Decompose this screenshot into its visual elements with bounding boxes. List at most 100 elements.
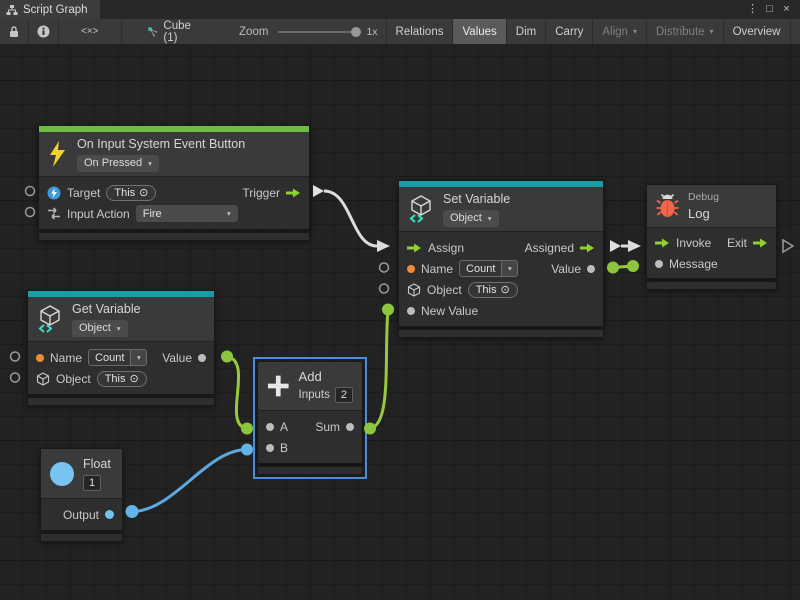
variable-kind-dropdown[interactable]: Object ▾ — [72, 320, 128, 337]
node-footer — [398, 329, 604, 338]
float-value-field[interactable]: 1 — [83, 475, 101, 491]
lock-button[interactable] — [0, 19, 29, 44]
graph-canvas[interactable]: On Input System Event Button On Pressed … — [0, 45, 800, 600]
assigned-port[interactable] — [580, 242, 595, 254]
float-circle-icon — [50, 462, 74, 486]
bug-icon — [656, 194, 679, 218]
object-cube-icon — [407, 283, 421, 297]
zoom-value: 1x — [366, 26, 377, 38]
node-set-variable[interactable]: Set Variable Object ▾ Assign Assigned — [398, 180, 604, 338]
lock-icon — [8, 25, 20, 38]
value-port[interactable] — [587, 265, 595, 273]
name-port[interactable] — [36, 354, 44, 362]
port-value-out[interactable] — [607, 262, 619, 274]
assign-port[interactable] — [407, 242, 422, 254]
port-sum-out[interactable] — [364, 423, 376, 435]
align-button[interactable]: Align ▾ — [592, 19, 646, 44]
tab-strip: Script Graph ⋮ □ × — [0, 0, 800, 19]
node-debug-log[interactable]: Debug Log Invoke Exit — [646, 184, 777, 290]
message-port[interactable] — [655, 260, 663, 268]
target-icon: ⊙ — [500, 283, 509, 296]
sum-port[interactable] — [346, 423, 354, 431]
values-button[interactable]: Values — [452, 19, 505, 44]
trigger-port-label: Trigger — [242, 186, 280, 200]
port-assigned-out[interactable] — [610, 240, 621, 252]
port-getvar-object-ext[interactable] — [11, 373, 20, 382]
row-object: Object This ⊙ — [28, 368, 214, 389]
wire-trigger-assign-arrow — [377, 240, 390, 252]
node-add[interactable]: Add Inputs 2 A Sum B — [257, 361, 363, 475]
dim-button[interactable]: Dim — [506, 19, 545, 44]
maximize-icon[interactable]: □ — [761, 0, 778, 19]
port-trigger-out[interactable] — [313, 185, 324, 197]
wire-getvalue-a — [227, 357, 246, 429]
overview-button[interactable]: Overview — [723, 19, 790, 44]
node-category: Debug — [688, 191, 719, 203]
event-mode-dropdown[interactable]: On Pressed ▾ — [77, 155, 159, 172]
code-view-button[interactable]: <×> — [59, 19, 122, 44]
object-this-chip[interactable]: This ⊙ — [468, 282, 518, 298]
plus-icon — [267, 374, 290, 398]
object-cube-icon — [36, 372, 50, 386]
inputs-count-field[interactable]: 2 — [335, 387, 353, 403]
invoke-port[interactable] — [655, 237, 670, 249]
name-port[interactable] — [407, 265, 415, 273]
port-floatoutput-out[interactable] — [126, 505, 139, 518]
port-setvar-name-ext[interactable] — [380, 263, 389, 272]
node-footer — [27, 397, 215, 406]
wire-output-b — [132, 450, 247, 512]
chevron-down-icon: ▾ — [488, 211, 492, 226]
object-this-chip[interactable]: This ⊙ — [97, 371, 147, 387]
info-button[interactable] — [29, 19, 59, 44]
exit-port[interactable] — [753, 237, 768, 249]
node-title: On Input System Event Button — [77, 136, 245, 152]
graph-pointer[interactable]: Cube (1) — [140, 19, 204, 44]
variable-name-dropdown[interactable]: Count ▾ — [88, 349, 147, 366]
port-getvalue-out[interactable] — [221, 351, 233, 363]
row-output: Output — [41, 504, 122, 525]
row-assign: Assign Assigned — [399, 237, 603, 258]
input-b-port[interactable] — [266, 444, 274, 452]
port-newvalue-in[interactable] — [382, 304, 394, 316]
node-float[interactable]: Float 1 Output — [40, 448, 123, 542]
port-debug-exit-ext[interactable] — [783, 240, 793, 252]
new-value-port[interactable] — [407, 307, 415, 315]
port-event-target-ext[interactable] — [26, 187, 35, 196]
chevron-down-icon: ▾ — [633, 27, 637, 36]
row-new-value: New Value — [399, 300, 603, 321]
port-getvar-name-ext[interactable] — [11, 352, 20, 361]
port-setvar-object-ext[interactable] — [380, 284, 389, 293]
target-this-chip[interactable]: This ⊙ — [106, 185, 156, 201]
variable-name-dropdown[interactable]: Count ▾ — [459, 260, 518, 277]
node-get-variable[interactable]: Get Variable Object ▾ Name Count ▾ — [27, 290, 215, 406]
distribute-button[interactable]: Distribute ▾ — [646, 19, 723, 44]
trigger-port[interactable] — [286, 187, 301, 199]
port-event-action-ext[interactable] — [26, 208, 35, 217]
zoom-slider-handle[interactable] — [351, 27, 361, 37]
row-input-action: Input Action Fire ▾ — [39, 203, 309, 224]
wire-trigger-assign — [324, 191, 377, 246]
tab-title: Script Graph — [23, 4, 88, 16]
input-device-icon — [47, 186, 61, 200]
port-b-in[interactable] — [241, 444, 253, 456]
menu-icon[interactable]: ⋮ — [744, 0, 761, 19]
tab-script-graph[interactable]: Script Graph — [0, 0, 100, 19]
relations-button[interactable]: Relations — [386, 19, 453, 44]
close-icon[interactable]: × — [778, 0, 795, 19]
node-on-input-system-event-button[interactable]: On Input System Event Button On Pressed … — [38, 125, 310, 241]
zoom-slider[interactable] — [278, 31, 356, 33]
input-a-port[interactable] — [266, 423, 274, 431]
variable-kind-dropdown[interactable]: Object ▾ — [443, 210, 499, 227]
zoom-label: Zoom — [239, 26, 268, 38]
carry-button[interactable]: Carry — [545, 19, 592, 44]
chevron-down-icon: ▾ — [508, 264, 512, 273]
node-title: Set Variable — [443, 191, 510, 207]
input-action-dropdown[interactable]: Fire ▾ — [136, 205, 238, 222]
output-port[interactable] — [105, 510, 114, 519]
node-footer — [646, 281, 777, 290]
chevron-down-icon: ▾ — [227, 209, 231, 218]
port-a-in[interactable] — [241, 423, 253, 435]
fullscreen-button[interactable]: Full Screen — [790, 19, 800, 44]
port-message-in[interactable] — [627, 260, 639, 272]
value-port[interactable] — [198, 354, 206, 362]
